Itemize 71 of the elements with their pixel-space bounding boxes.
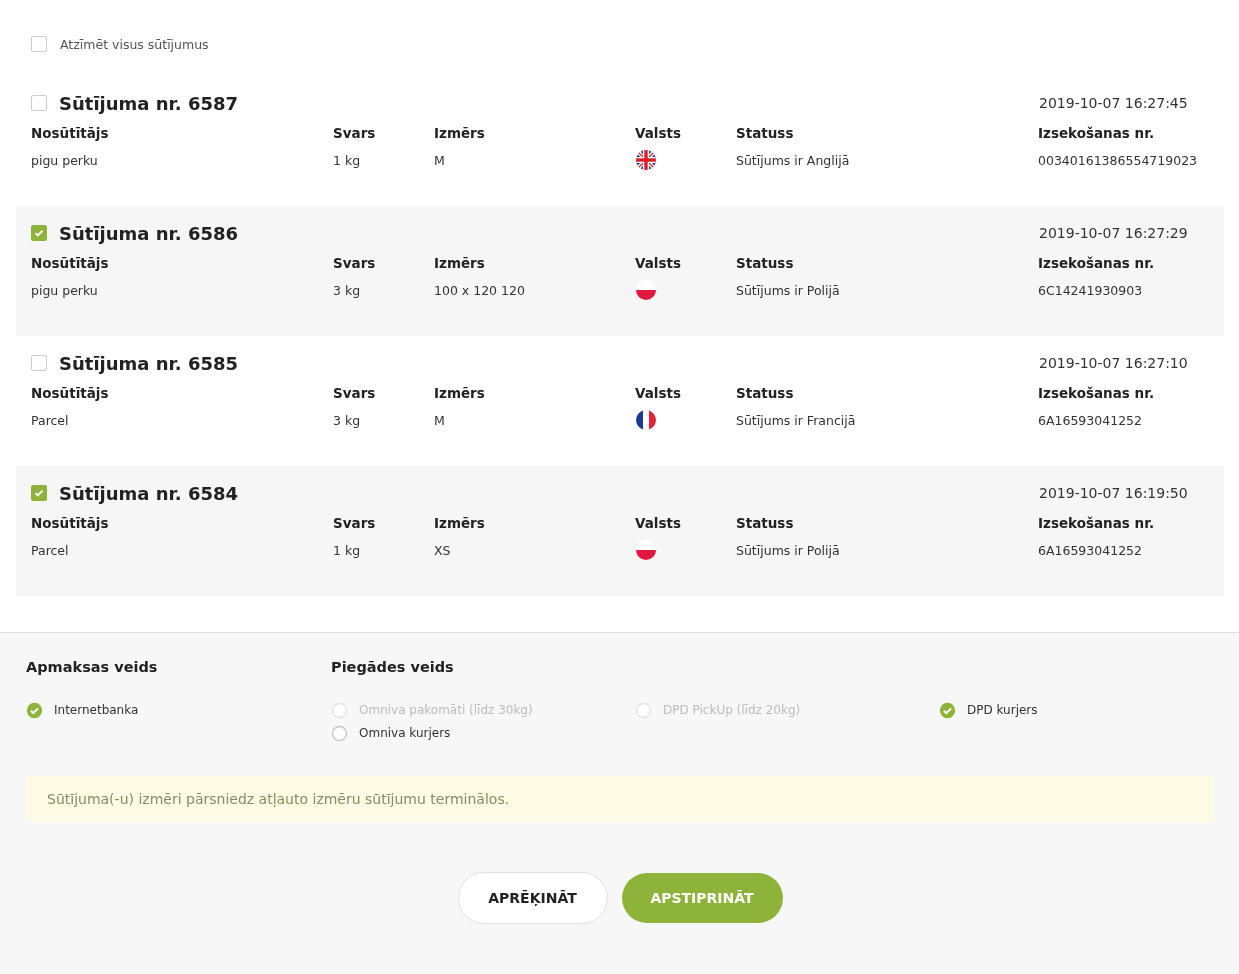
shipment-title: Sūtījuma nr. 6586 — [59, 222, 239, 244]
column-heading: Izmērs — [434, 385, 486, 401]
column-heading: Nosūtītājs — [31, 515, 110, 531]
flag-icon — [636, 540, 656, 560]
column-heading: Statuss — [736, 125, 795, 141]
tracking-number: 6C14241930903 — [1038, 282, 1144, 298]
warning-notice: Sūtījuma(-u) izmēri pārsniedz atļauto izmēru sūtījumu terminālos. — [26, 776, 1214, 822]
shipment-title: Sūtījuma nr. 6584 — [59, 482, 239, 504]
status-text: Sūtījums ir Anglijā — [736, 152, 851, 168]
column-heading: Svars — [333, 385, 377, 401]
checkbox[interactable] — [31, 36, 47, 52]
shipment-title: Sūtījuma nr. 6585 — [59, 352, 239, 374]
column-heading: Svars — [333, 125, 377, 141]
section-title: Apmaksas veids — [26, 659, 159, 677]
status-text: Sūtījums ir Polijā — [736, 282, 841, 298]
column-heading: Svars — [333, 255, 377, 271]
radio-option[interactable]: Omniva kurjers — [331, 724, 635, 742]
size-text: 100 x 120 120 — [434, 282, 526, 298]
column-heading: Nosūtītājs — [31, 255, 110, 271]
column-heading: Izmērs — [434, 255, 486, 271]
shipment-date: 2019-10-07 16:27:45 — [1039, 95, 1189, 111]
weight-text: 3 kg — [333, 282, 362, 298]
shipment-title: Sūtījuma nr. 6587 — [59, 92, 239, 114]
tracking-number: 6A16593041252 — [1038, 412, 1143, 428]
column-heading: Izsekošanas nr. — [1038, 255, 1156, 271]
column-heading: Izmērs — [434, 125, 486, 141]
column-heading: Statuss — [736, 255, 795, 271]
shipment-date: 2019-10-07 16:27:29 — [1039, 225, 1189, 241]
column-heading: Izmērs — [434, 515, 486, 531]
shipment-date: 2019-10-07 16:27:10 — [1039, 355, 1189, 371]
shipment-date: 2019-10-07 16:19:50 — [1039, 485, 1189, 501]
tracking-number: 6A16593041252 — [1038, 542, 1143, 558]
column-heading: Nosūtītājs — [31, 125, 110, 141]
column-heading: Izsekošanas nr. — [1038, 515, 1156, 531]
flag-icon — [636, 150, 656, 170]
column-heading: Statuss — [736, 515, 795, 531]
column-heading: Izsekošanas nr. — [1038, 125, 1156, 141]
size-text: XS — [434, 542, 452, 558]
checkbox[interactable] — [31, 355, 47, 371]
flag-icon — [636, 280, 656, 300]
calculate-button[interactable]: APRĒĶINĀT — [457, 872, 608, 924]
column-heading: Nosūtītājs — [31, 385, 110, 401]
column-heading: Valsts — [635, 515, 682, 531]
section-title: Piegādes veids — [331, 659, 455, 677]
tracking-number: 00340161386554719023 — [1038, 152, 1199, 168]
radio-option: Omniva pakomāti (līdz 30kg) — [331, 701, 635, 719]
sender-text: pigu perku — [31, 282, 99, 298]
radio-option[interactable]: Internetbanka — [26, 701, 331, 719]
weight-text: 3 kg — [333, 412, 362, 428]
checkbox[interactable] — [31, 225, 47, 241]
sender-text: Parcel — [31, 412, 70, 428]
status-text: Sūtījums ir Polijā — [736, 542, 841, 558]
radio-option: DPD PickUp (līdz 20kg) — [635, 701, 939, 719]
sender-text: pigu perku — [31, 152, 99, 168]
checkbox[interactable] — [31, 95, 47, 111]
checkbox[interactable] — [31, 485, 47, 501]
column-heading: Valsts — [635, 255, 682, 271]
flag-icon — [636, 410, 656, 430]
size-text: M — [434, 152, 446, 168]
column-heading: Valsts — [635, 125, 682, 141]
status-text: Sūtījums ir Francijā — [736, 412, 857, 428]
weight-text: 1 kg — [333, 152, 362, 168]
column-heading: Svars — [333, 515, 377, 531]
column-heading: Statuss — [736, 385, 795, 401]
sender-text: Parcel — [31, 542, 70, 558]
column-heading: Izsekošanas nr. — [1038, 385, 1156, 401]
radio-option[interactable]: DPD kurjers — [939, 701, 1214, 719]
weight-text: 1 kg — [333, 542, 362, 558]
column-heading: Valsts — [635, 385, 682, 401]
select-all-label: Atzīmēt visus sūtījumus — [60, 36, 209, 52]
size-text: M — [434, 412, 446, 428]
